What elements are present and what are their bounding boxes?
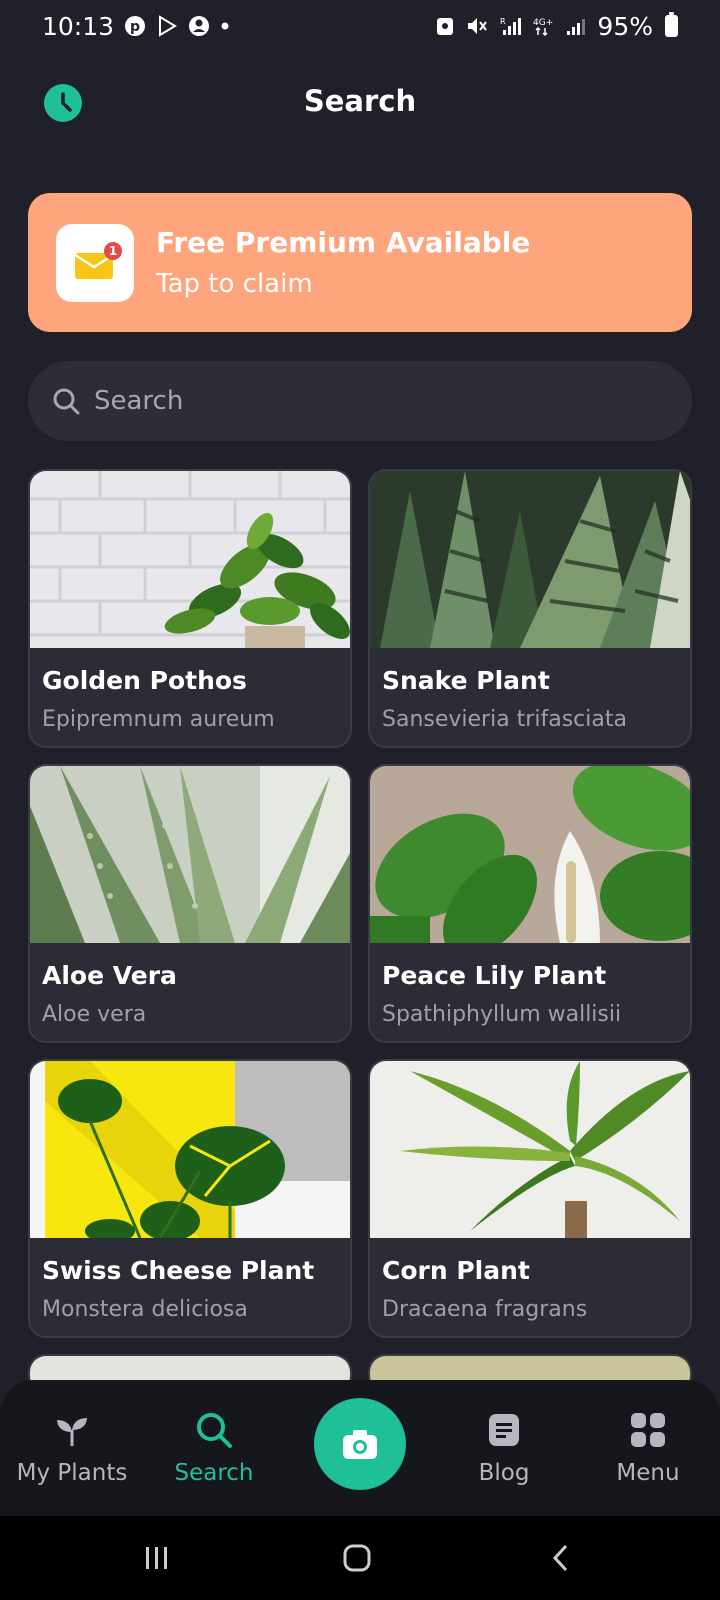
plant-latin-name: Sansevieria trifasciata [382, 707, 627, 732]
svg-text:R: R [500, 17, 506, 26]
plant-latin-name: Epipremnum aureum [42, 707, 275, 732]
grid-icon [578, 1410, 718, 1450]
back-icon [552, 1544, 568, 1572]
home-button[interactable] [342, 1540, 372, 1576]
back-button[interactable] [546, 1540, 576, 1576]
premium-title: Free Premium Available [156, 226, 531, 259]
plant-image [370, 1061, 690, 1238]
recent-apps-button[interactable] [142, 1540, 172, 1576]
battery-icon [665, 12, 678, 37]
plant-card-snake-plant[interactable]: Snake Plant Sansevieria trifasciata [368, 469, 692, 748]
plant-name: Aloe Vera [42, 961, 177, 990]
plant-image [30, 766, 350, 943]
bottom-nav: My Plants Search Blog Menu [0, 1380, 720, 1516]
nav-my-plants[interactable]: My Plants [2, 1410, 142, 1486]
premium-banner[interactable]: 1 Free Premium Available Tap to claim [28, 193, 692, 332]
system-nav-bar [0, 1516, 720, 1600]
plant-latin-name: Spathiphyllum wallisii [382, 1002, 622, 1027]
page-title: Search [303, 84, 417, 118]
plant-latin-name: Monstera deliciosa [42, 1297, 248, 1322]
pinterest-icon: p [124, 15, 146, 37]
document-icon [434, 1410, 574, 1450]
notification-badge: 1 [104, 241, 122, 260]
recent-apps-icon [146, 1547, 167, 1569]
nav-label: Menu [616, 1460, 680, 1486]
plant-image [30, 471, 350, 648]
plant-name: Corn Plant [382, 1256, 530, 1285]
nav-search[interactable]: Search [144, 1410, 284, 1486]
notification-icon [435, 15, 455, 37]
nav-label: Blog [478, 1460, 530, 1486]
account-icon [188, 15, 210, 37]
plant-name: Snake Plant [382, 666, 550, 695]
nav-label: My Plants [16, 1460, 128, 1486]
mute-icon [465, 15, 489, 37]
signal-r-icon: R [499, 15, 523, 37]
nav-label: Search [174, 1460, 254, 1486]
svg-text:4G+: 4G+ [533, 18, 553, 28]
status-right: R 4G+ 95% [435, 12, 678, 41]
battery-percentage: 95% [597, 11, 653, 41]
plant-grid: Golden Pothos Epipremnum aureum Snake Pl… [28, 469, 692, 1394]
plant-card-corn-plant[interactable]: Corn Plant Dracaena fragrans [368, 1059, 692, 1338]
header: Search [0, 70, 720, 134]
home-icon [343, 1544, 371, 1572]
plant-image [370, 766, 690, 943]
search-icon [144, 1410, 284, 1450]
plant-card-swiss-cheese-plant[interactable]: Swiss Cheese Plant Monstera deliciosa [28, 1059, 352, 1338]
status-left: 10:13 p [42, 12, 230, 41]
plant-latin-name: Aloe vera [42, 1002, 147, 1027]
search-icon [53, 388, 80, 415]
plant-image [30, 1061, 350, 1238]
plant-card-aloe-vera[interactable]: Aloe Vera Aloe vera [28, 764, 352, 1043]
play-store-icon [156, 15, 178, 37]
premium-icon-box: 1 [56, 223, 134, 302]
premium-text: Free Premium Available Tap to claim [156, 226, 530, 299]
plant-name: Peace Lily Plant [382, 961, 607, 990]
plant-latin-name: Dracaena fragrans [382, 1297, 588, 1322]
search-input[interactable] [94, 386, 654, 416]
plant-card-golden-pothos[interactable]: Golden Pothos Epipremnum aureum [28, 469, 352, 748]
sprout-icon [2, 1410, 142, 1450]
status-time: 10:13 [42, 11, 115, 41]
plant-image [370, 471, 690, 648]
signal-icon [565, 15, 587, 37]
lte-4g-icon: 4G+ [533, 15, 555, 37]
nav-menu[interactable]: Menu [578, 1410, 718, 1486]
nav-blog[interactable]: Blog [434, 1410, 574, 1486]
dot-icon [220, 21, 230, 31]
premium-subtitle: Tap to claim [156, 269, 313, 299]
plant-card-peace-lily[interactable]: Peace Lily Plant Spathiphyllum wallisii [368, 764, 692, 1043]
status-bar: 10:13 p R 4G+ 95% [0, 0, 720, 52]
plant-name: Swiss Cheese Plant [42, 1256, 315, 1285]
search-bar[interactable] [28, 361, 692, 441]
camera-icon [343, 1430, 377, 1459]
camera-button[interactable] [314, 1398, 406, 1490]
plant-name: Golden Pothos [42, 666, 247, 695]
svg-text:p: p [130, 19, 140, 35]
